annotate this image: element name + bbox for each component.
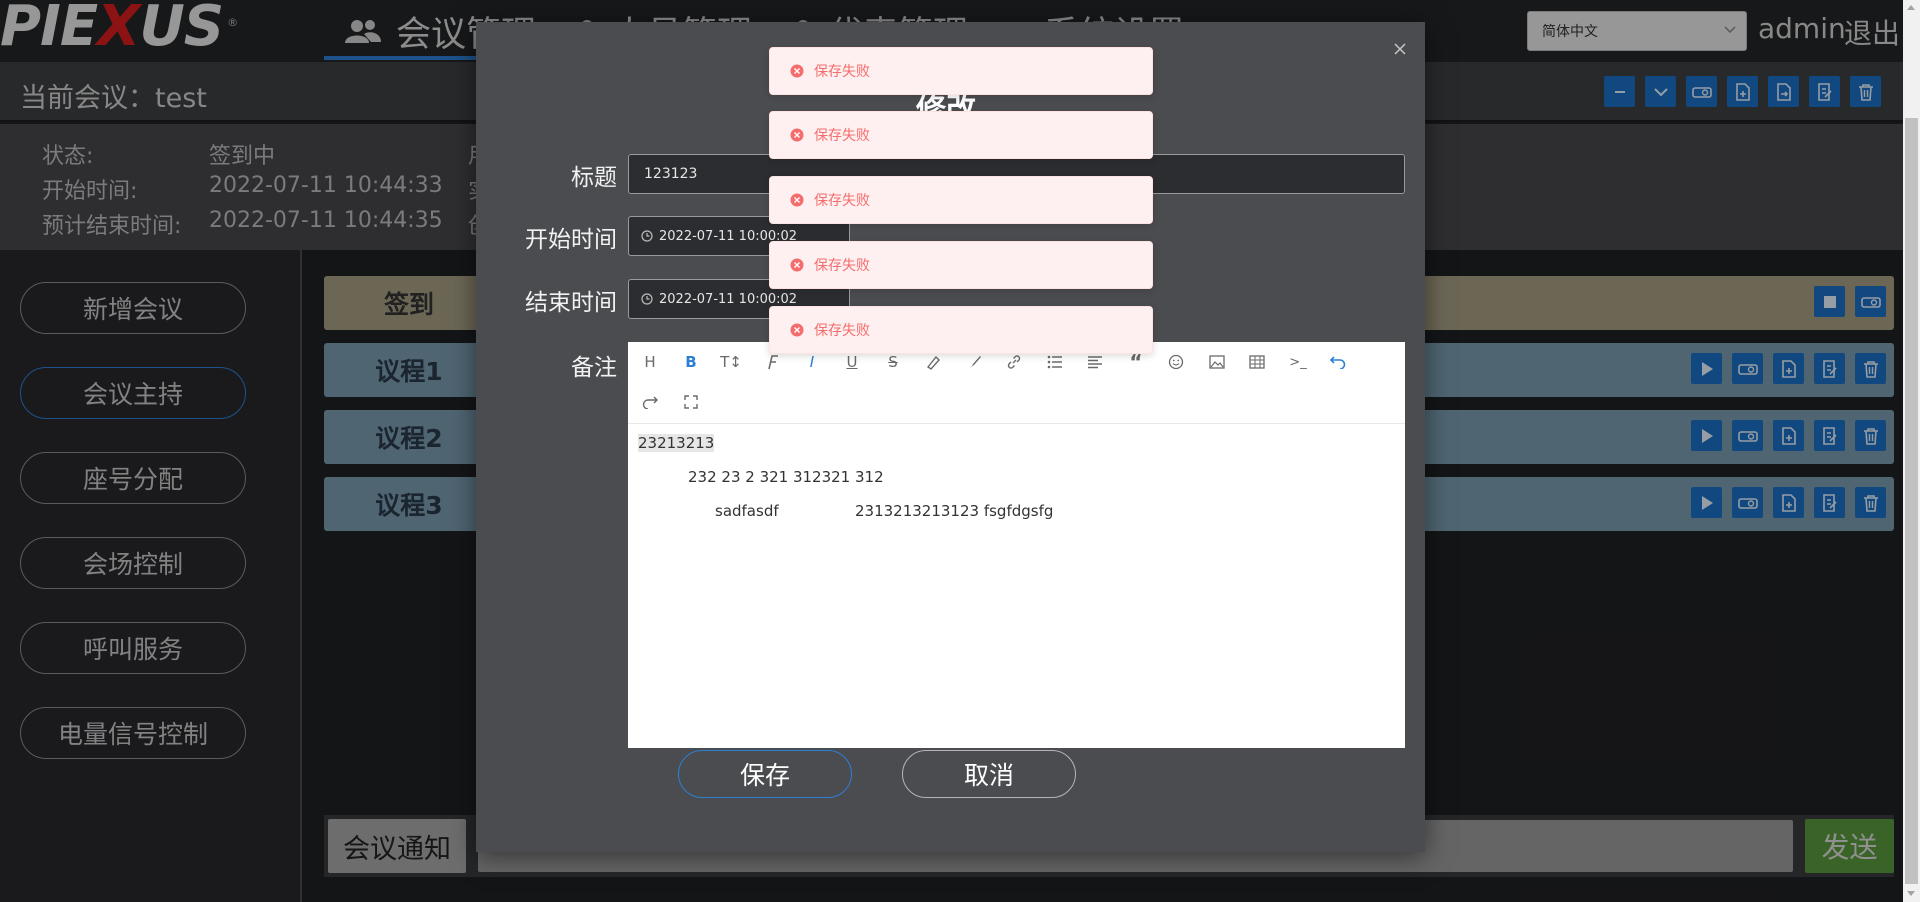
error-circle-icon — [790, 258, 804, 272]
error-circle-icon — [790, 323, 804, 337]
clock-icon — [641, 293, 653, 305]
emoji-icon[interactable] — [1164, 350, 1188, 374]
editor-line: 23213213 — [638, 434, 715, 452]
editor-line: 2313213213123 fsgfdgsfg — [855, 502, 1054, 520]
save-button[interactable]: 保存 — [678, 750, 852, 798]
error-toast: 保存失败 — [769, 241, 1153, 289]
redo-icon[interactable] — [638, 390, 662, 414]
cancel-button[interactable]: 取消 — [902, 750, 1076, 798]
scroll-up-icon[interactable] — [1907, 5, 1915, 10]
page-scrollbar[interactable] — [1903, 0, 1920, 902]
end-time-label: 结束时间 — [525, 290, 617, 316]
title-label: 标题 — [571, 165, 617, 191]
error-toast: 保存失败 — [769, 47, 1153, 95]
table-icon[interactable] — [1245, 350, 1269, 374]
editor-line: 232 23 2 321 312321 312 — [688, 468, 884, 486]
scroll-down-icon[interactable] — [1907, 891, 1915, 896]
bold-icon[interactable]: B — [679, 350, 703, 374]
remark-label: 备注 — [571, 355, 617, 381]
close-icon[interactable] — [1393, 42, 1407, 56]
undo-icon[interactable] — [1326, 350, 1350, 374]
error-circle-icon — [790, 64, 804, 78]
error-toast: 保存失败 — [769, 111, 1153, 159]
font-size-icon[interactable]: T↕ — [719, 350, 743, 374]
scroll-thumb[interactable] — [1905, 118, 1918, 884]
code-icon[interactable]: >_ — [1286, 350, 1310, 374]
error-circle-icon — [790, 193, 804, 207]
clock-icon — [641, 230, 653, 242]
start-time-label: 开始时间 — [525, 227, 617, 253]
error-circle-icon — [790, 128, 804, 142]
image-icon[interactable] — [1205, 350, 1229, 374]
rich-text-editor[interactable]: H B T↕ I U S “ >_ 23213213 232 23 2 321 … — [628, 342, 1405, 748]
error-toast: 保存失败 — [769, 176, 1153, 224]
heading-icon[interactable]: H — [638, 350, 662, 374]
fullscreen-icon[interactable] — [679, 390, 703, 414]
editor-line: sadfasdf — [715, 502, 779, 520]
error-toast: 保存失败 — [769, 306, 1153, 354]
editor-toolbar: H B T↕ I U S “ >_ — [628, 342, 1405, 424]
